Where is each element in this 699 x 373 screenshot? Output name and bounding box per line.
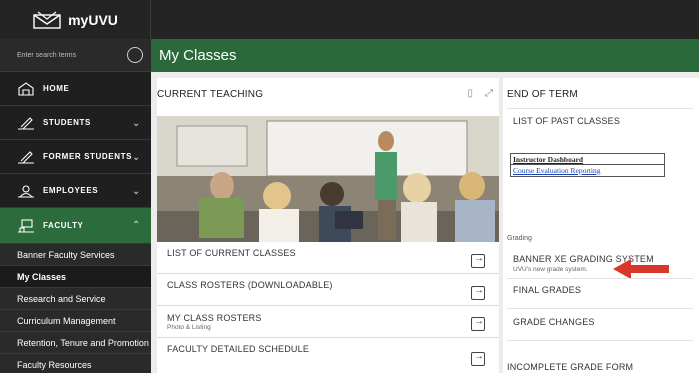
sidebar-subitem-retention-tenure[interactable]: Retention, Tenure and Promotion bbox=[0, 332, 151, 354]
top-bar: myUVU bbox=[0, 0, 699, 39]
sidebar-item-students[interactable]: STUDENTS ⌄ bbox=[0, 106, 151, 140]
sidebar-item-home[interactable]: HOME bbox=[0, 72, 151, 106]
sidebar-subitem-my-classes[interactable]: My Classes bbox=[0, 266, 151, 288]
sidebar-item-label: EMPLOYEES bbox=[43, 186, 99, 195]
instructor-dashboard-box: Instructor Dashboard Course Evaluation R… bbox=[510, 153, 665, 177]
sidebar-item-former-students[interactable]: FORMER STUDENTS ⌄ bbox=[0, 140, 151, 174]
logo-text: myUVU bbox=[68, 11, 118, 28]
grade-changes-link[interactable]: GRADE CHANGES bbox=[513, 317, 595, 327]
sidebar-subitem-research-and-service[interactable]: Research and Service bbox=[0, 288, 151, 310]
search-box[interactable]: Enter search terms bbox=[0, 39, 151, 72]
banner-xe-sublabel: UVU's new grade system. bbox=[513, 266, 588, 273]
list-item-label: CLASS ROSTERS (DOWNLOADABLE) bbox=[167, 280, 333, 290]
myuvu-logo[interactable]: myUVU bbox=[0, 0, 151, 39]
list-item-sublabel: Photo & Listing bbox=[167, 324, 211, 331]
envelope-logo-icon bbox=[33, 11, 61, 29]
course-evaluation-link[interactable]: Course Evaluation Reporting bbox=[511, 165, 664, 177]
list-item-current-classes[interactable]: LIST OF CURRENT CLASSES bbox=[157, 242, 499, 274]
page-title: My Classes bbox=[159, 47, 237, 64]
main-content: CURRENT TEACHING ▯ ⤢ LIST OF CURRENT CLA… bbox=[151, 72, 699, 373]
divider bbox=[507, 340, 693, 341]
list-item-label: MY CLASS ROSTERS bbox=[167, 313, 262, 323]
panel-tools: ▯ ⤢ bbox=[467, 88, 493, 99]
faculty-icon bbox=[18, 218, 34, 233]
end-of-term-panel: END OF TERM LIST OF PAST CLASSES Instruc… bbox=[503, 78, 699, 373]
list-item-class-rosters-download[interactable]: CLASS ROSTERS (DOWNLOADABLE) bbox=[157, 274, 499, 306]
divider bbox=[507, 278, 693, 279]
list-item-faculty-schedule[interactable]: FACULTY DETAILED SCHEDULE bbox=[157, 338, 499, 373]
bookmark-icon[interactable]: ▯ bbox=[467, 88, 473, 99]
page-title-bar: My Classes bbox=[151, 39, 699, 72]
home-icon bbox=[18, 81, 34, 96]
employees-icon bbox=[18, 184, 34, 198]
divider bbox=[507, 308, 693, 309]
search-input[interactable]: Enter search terms bbox=[17, 52, 127, 59]
open-link-icon[interactable] bbox=[471, 351, 485, 366]
chevron-down-icon[interactable]: ⌄ bbox=[132, 186, 141, 197]
final-grades-link[interactable]: FINAL GRADES bbox=[513, 285, 581, 295]
panel-title: END OF TERM bbox=[507, 89, 578, 100]
sidebar-item-label: FORMER STUDENTS bbox=[43, 152, 132, 161]
dashboard-title[interactable]: Instructor Dashboard bbox=[511, 154, 664, 165]
sidebar-item-label: STUDENTS bbox=[43, 118, 91, 127]
chevron-up-icon[interactable]: ⌃ bbox=[132, 220, 141, 231]
pencil-icon bbox=[18, 116, 34, 130]
pencil-icon bbox=[18, 150, 34, 164]
sidebar-item-employees[interactable]: EMPLOYEES ⌄ bbox=[0, 174, 151, 208]
list-item-label: LIST OF CURRENT CLASSES bbox=[167, 248, 296, 258]
sidebar: Enter search terms HOME STUDENTS ⌄ FORME… bbox=[0, 39, 151, 373]
divider bbox=[507, 108, 693, 109]
sidebar-item-label: FACULTY bbox=[43, 221, 84, 230]
red-arrow-icon bbox=[613, 259, 669, 279]
sidebar-subitem-banner-faculty-services[interactable]: Banner Faculty Services bbox=[0, 244, 151, 266]
panel-title: CURRENT TEACHING bbox=[157, 89, 264, 100]
open-link-icon[interactable] bbox=[471, 316, 485, 331]
sidebar-item-label: HOME bbox=[43, 84, 70, 93]
grading-section-label: Grading bbox=[507, 235, 532, 242]
open-link-icon[interactable] bbox=[471, 285, 485, 300]
search-icon[interactable] bbox=[127, 47, 143, 63]
expand-icon[interactable]: ⤢ bbox=[485, 88, 493, 99]
open-link-icon[interactable] bbox=[471, 253, 485, 268]
sidebar-subitem-curriculum-management[interactable]: Curriculum Management bbox=[0, 310, 151, 332]
current-teaching-panel: CURRENT TEACHING ▯ ⤢ LIST OF CURRENT CLA… bbox=[157, 78, 499, 373]
sidebar-subitem-faculty-resources[interactable]: Faculty Resources bbox=[0, 354, 151, 373]
past-classes-link[interactable]: LIST OF PAST CLASSES bbox=[513, 116, 620, 126]
list-item-label: FACULTY DETAILED SCHEDULE bbox=[167, 344, 310, 354]
chevron-down-icon[interactable]: ⌄ bbox=[132, 118, 141, 129]
chevron-down-icon[interactable]: ⌄ bbox=[132, 152, 141, 163]
classroom-photo bbox=[157, 116, 499, 242]
incomplete-grade-form-link[interactable]: INCOMPLETE GRADE FORM bbox=[507, 362, 633, 372]
list-item-my-class-rosters[interactable]: MY CLASS ROSTERS Photo & Listing bbox=[157, 306, 499, 338]
sidebar-item-faculty[interactable]: FACULTY ⌃ bbox=[0, 208, 151, 244]
